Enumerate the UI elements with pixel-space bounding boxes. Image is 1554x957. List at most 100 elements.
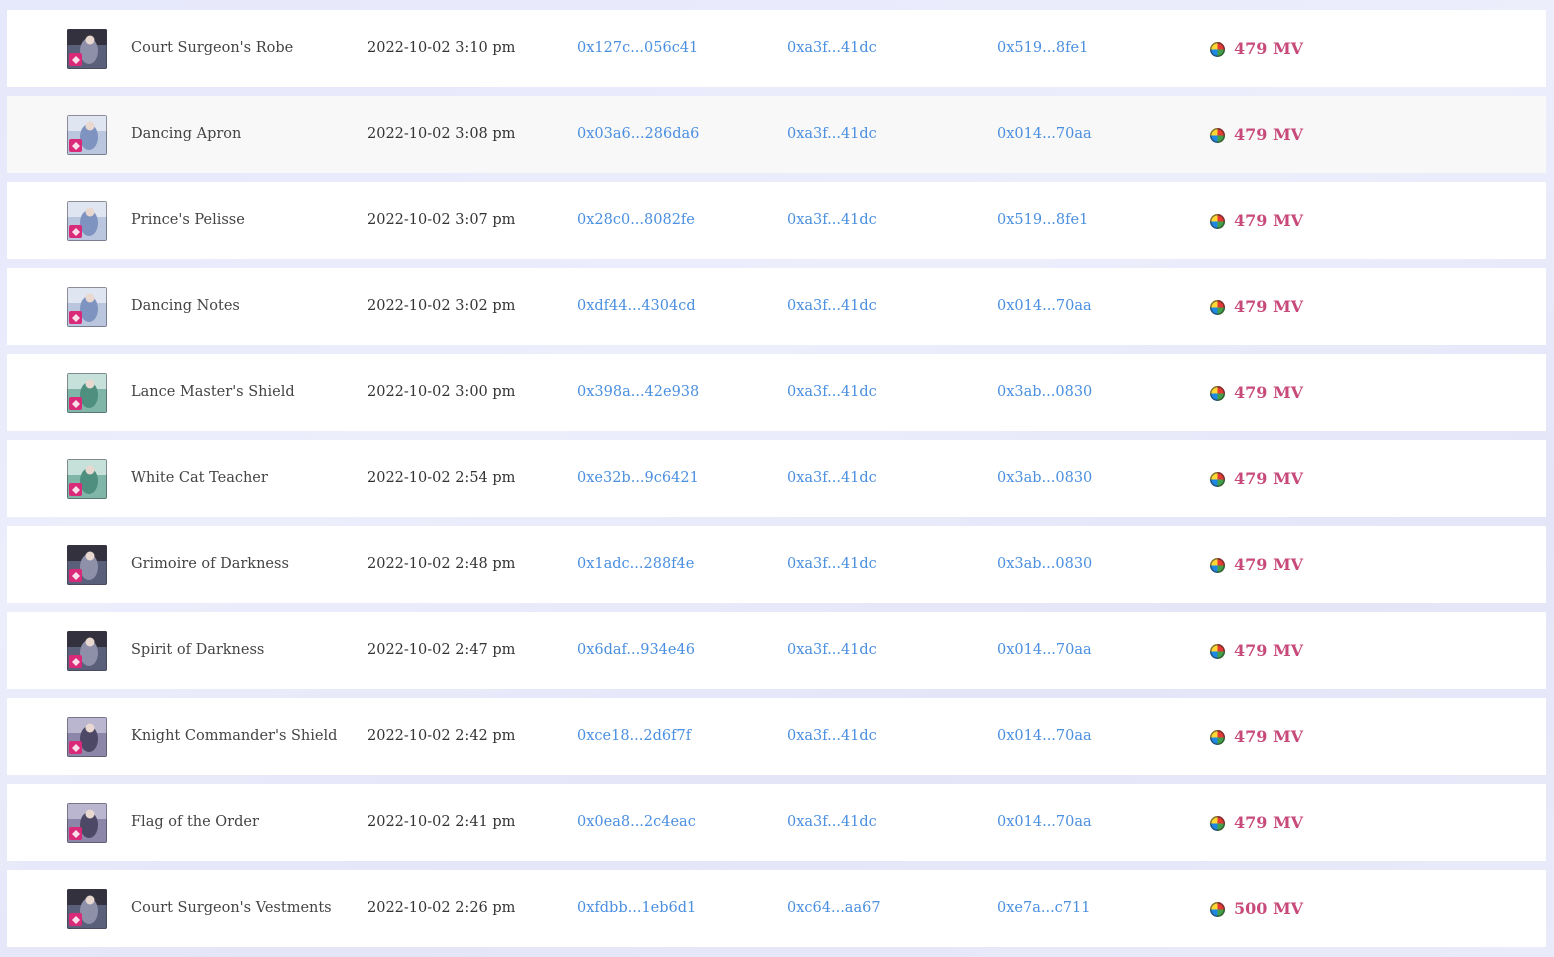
item-thumbnail[interactable] — [67, 889, 107, 929]
tx-hash-link[interactable]: 0x6daf...934e46 — [577, 612, 695, 689]
sale-row[interactable]: White Cat Teacher 2022-10-02 2:54 pm 0xe… — [7, 440, 1546, 517]
sale-row[interactable]: Spirit of Darkness 2022-10-02 2:47 pm 0x… — [7, 612, 1546, 689]
sale-row[interactable]: Flag of the Order 2022-10-02 2:41 pm 0x0… — [7, 784, 1546, 861]
sale-time: 2022-10-02 2:47 pm — [367, 642, 516, 658]
item-thumbnail[interactable] — [67, 803, 107, 843]
from-address-link[interactable]: 0xa3f...41dc — [787, 612, 877, 689]
tx-hash-link[interactable]: 0x127c...056c41 — [577, 10, 698, 87]
to-address-link[interactable]: 0x014...70aa — [997, 784, 1092, 861]
item-name[interactable]: Prince's Pelisse — [131, 182, 245, 259]
from-address-link[interactable]: 0xa3f...41dc — [787, 440, 877, 517]
tx-hash-link[interactable]: 0x0ea8...2c4eac — [577, 784, 696, 861]
sale-time: 2022-10-02 3:02 pm — [367, 298, 516, 314]
mv-coin-icon — [1210, 300, 1225, 315]
price-amount: 479 MV — [1234, 125, 1304, 144]
sale-time: 2022-10-02 2:41 pm — [367, 814, 516, 830]
sale-price: 479 MV — [1210, 354, 1303, 431]
tx-hash-link[interactable]: 0x28c0...8082fe — [577, 182, 695, 259]
from-address-link[interactable]: 0xa3f...41dc — [787, 268, 877, 345]
sale-price: 479 MV — [1210, 526, 1303, 603]
price-amount: 479 MV — [1234, 39, 1304, 58]
mv-coin-icon — [1210, 386, 1225, 401]
to-address-link[interactable]: 0x519...8fe1 — [997, 182, 1088, 259]
item-thumbnail[interactable] — [67, 115, 107, 155]
item-name[interactable]: Flag of the Order — [131, 784, 259, 861]
from-address-link[interactable]: 0xa3f...41dc — [787, 354, 877, 431]
mv-coin-icon — [1210, 902, 1225, 917]
price-amount: 479 MV — [1234, 727, 1304, 746]
sale-time: 2022-10-02 2:42 pm — [367, 728, 516, 744]
item-thumbnail[interactable] — [67, 287, 107, 327]
from-address-link[interactable]: 0xa3f...41dc — [787, 526, 877, 603]
price-amount: 479 MV — [1234, 211, 1304, 230]
to-address-link[interactable]: 0x3ab...0830 — [997, 526, 1092, 603]
sale-price: 479 MV — [1210, 268, 1303, 345]
item-name[interactable]: Spirit of Darkness — [131, 612, 264, 689]
from-address-link[interactable]: 0xa3f...41dc — [787, 698, 877, 775]
sale-time: 2022-10-02 3:07 pm — [367, 212, 516, 228]
item-name[interactable]: Dancing Notes — [131, 268, 240, 345]
mv-coin-icon — [1210, 472, 1225, 487]
mv-coin-icon — [1210, 214, 1225, 229]
to-address-link[interactable]: 0x014...70aa — [997, 612, 1092, 689]
tx-hash-link[interactable]: 0x398a...42e938 — [577, 354, 699, 431]
item-thumbnail[interactable] — [67, 545, 107, 585]
tx-hash-link[interactable]: 0xdf44...4304cd — [577, 268, 696, 345]
tx-hash-link[interactable]: 0x1adc...288f4e — [577, 526, 694, 603]
sale-row[interactable]: Dancing Notes 2022-10-02 3:02 pm 0xdf44.… — [7, 268, 1546, 345]
item-thumbnail[interactable] — [67, 201, 107, 241]
sale-time: 2022-10-02 2:48 pm — [367, 556, 516, 572]
to-address-link[interactable]: 0x014...70aa — [997, 268, 1092, 345]
sale-row[interactable]: Lance Master's Shield 2022-10-02 3:00 pm… — [7, 354, 1546, 431]
tx-hash-link[interactable]: 0x03a6...286da6 — [577, 96, 699, 173]
price-amount: 479 MV — [1234, 469, 1304, 488]
sale-price: 479 MV — [1210, 10, 1303, 87]
item-thumbnail[interactable] — [67, 459, 107, 499]
from-address-link[interactable]: 0xa3f...41dc — [787, 96, 877, 173]
price-amount: 479 MV — [1234, 813, 1304, 832]
sale-row[interactable]: Dancing Apron 2022-10-02 3:08 pm 0x03a6.… — [7, 96, 1546, 173]
to-address-link[interactable]: 0x519...8fe1 — [997, 10, 1088, 87]
item-name[interactable]: Knight Commander's Shield — [131, 698, 337, 775]
sale-row[interactable]: Grimoire of Darkness 2022-10-02 2:48 pm … — [7, 526, 1546, 603]
sale-row[interactable]: Court Surgeon's Robe 2022-10-02 3:10 pm … — [7, 10, 1546, 87]
sale-price: 479 MV — [1210, 698, 1303, 775]
sale-row[interactable]: Court Surgeon's Vestments 2022-10-02 2:2… — [7, 870, 1546, 947]
to-address-link[interactable]: 0x014...70aa — [997, 96, 1092, 173]
item-thumbnail[interactable] — [67, 631, 107, 671]
price-amount: 479 MV — [1234, 297, 1304, 316]
item-name[interactable]: Grimoire of Darkness — [131, 526, 289, 603]
mv-coin-icon — [1210, 644, 1225, 659]
price-amount: 479 MV — [1234, 641, 1304, 660]
item-name[interactable]: Dancing Apron — [131, 96, 241, 173]
from-address-link[interactable]: 0xa3f...41dc — [787, 182, 877, 259]
from-address-link[interactable]: 0xc64...aa67 — [787, 870, 881, 947]
price-amount: 479 MV — [1234, 383, 1304, 402]
to-address-link[interactable]: 0x014...70aa — [997, 698, 1092, 775]
price-amount: 500 MV — [1234, 899, 1304, 918]
item-thumbnail[interactable] — [67, 29, 107, 69]
sales-list: Court Surgeon's Robe 2022-10-02 3:10 pm … — [7, 10, 1546, 956]
sale-price: 479 MV — [1210, 96, 1303, 173]
item-thumbnail[interactable] — [67, 373, 107, 413]
item-name[interactable]: White Cat Teacher — [131, 440, 268, 517]
item-name[interactable]: Court Surgeon's Vestments — [131, 870, 332, 947]
to-address-link[interactable]: 0xe7a...c711 — [997, 870, 1090, 947]
to-address-link[interactable]: 0x3ab...0830 — [997, 440, 1092, 517]
tx-hash-link[interactable]: 0xce18...2d6f7f — [577, 698, 691, 775]
sale-time: 2022-10-02 3:00 pm — [367, 384, 516, 400]
from-address-link[interactable]: 0xa3f...41dc — [787, 10, 877, 87]
item-thumbnail[interactable] — [67, 717, 107, 757]
item-name[interactable]: Court Surgeon's Robe — [131, 10, 293, 87]
to-address-link[interactable]: 0x3ab...0830 — [997, 354, 1092, 431]
tx-hash-link[interactable]: 0xe32b...9c6421 — [577, 440, 699, 517]
sale-time: 2022-10-02 2:26 pm — [367, 900, 516, 916]
mv-coin-icon — [1210, 816, 1225, 831]
sale-time: 2022-10-02 2:54 pm — [367, 470, 516, 486]
sale-row[interactable]: Prince's Pelisse 2022-10-02 3:07 pm 0x28… — [7, 182, 1546, 259]
sale-price: 479 MV — [1210, 440, 1303, 517]
sale-row[interactable]: Knight Commander's Shield 2022-10-02 2:4… — [7, 698, 1546, 775]
tx-hash-link[interactable]: 0xfdbb...1eb6d1 — [577, 870, 696, 947]
item-name[interactable]: Lance Master's Shield — [131, 354, 295, 431]
from-address-link[interactable]: 0xa3f...41dc — [787, 784, 877, 861]
